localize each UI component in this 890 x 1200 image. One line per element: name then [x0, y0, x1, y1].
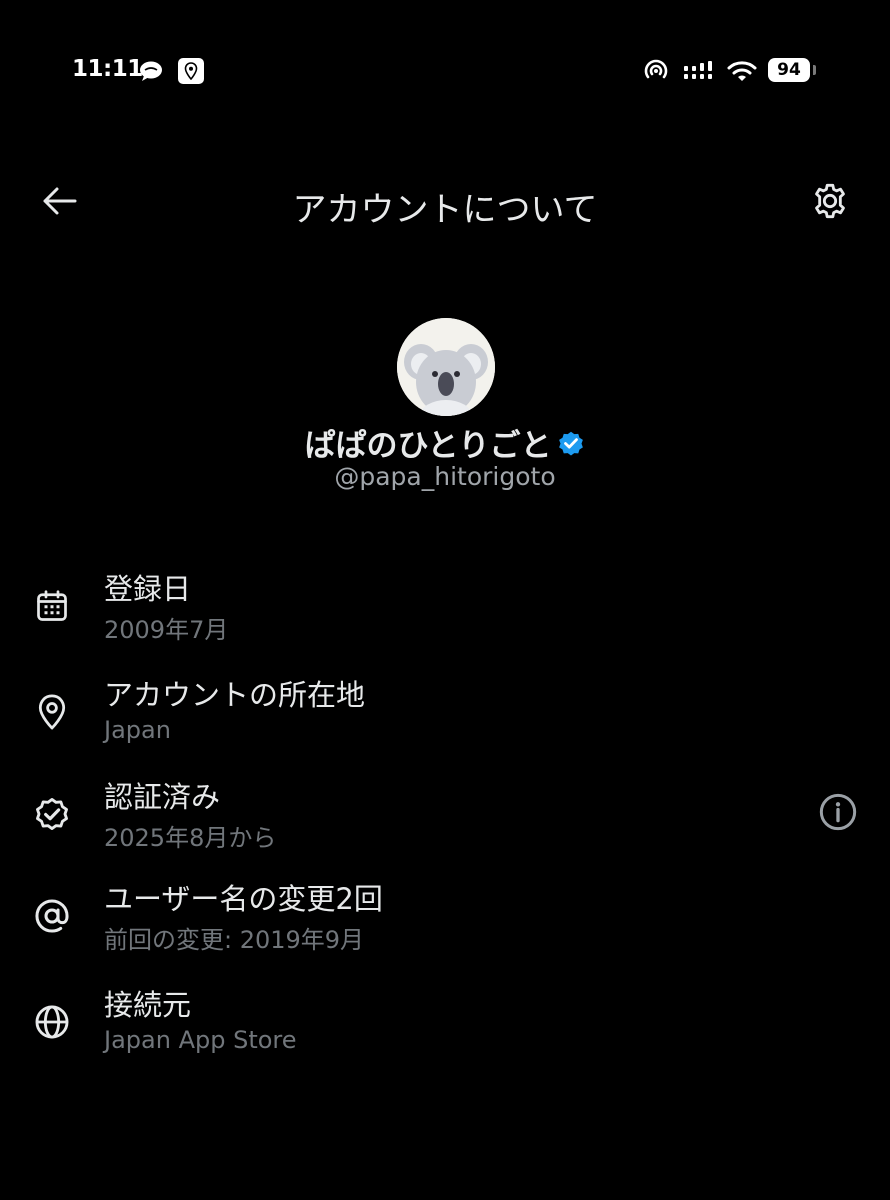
at-sign-icon: [30, 894, 74, 938]
detail-title: 認証済み: [104, 780, 221, 814]
info-button[interactable]: [816, 790, 860, 834]
koala-avatar: [397, 318, 495, 416]
display-name-row: ぱぱのひとりごと: [0, 420, 890, 465]
detail-title: 登録日: [104, 572, 192, 606]
calendar-icon: [30, 584, 74, 628]
detail-row-connected-via: 接続元 Japan App Store: [0, 982, 890, 1072]
detail-row-username-changes: ユーザー名の変更2回 前回の変更: 2019年9月: [0, 876, 890, 966]
detail-subtitle: Japan: [104, 716, 171, 744]
info-icon: [819, 793, 857, 831]
message-icon: [138, 56, 164, 86]
globe-icon: [30, 1000, 74, 1044]
status-bar: 11:11 94: [0, 0, 890, 140]
avatar[interactable]: [397, 318, 495, 416]
verified-icon[interactable]: [556, 428, 586, 458]
wifi-icon: [726, 56, 758, 86]
detail-title: ユーザー名の変更2回: [104, 882, 383, 916]
detail-subtitle: 2025年8月から: [104, 824, 277, 852]
detail-subtitle: 2009年7月: [104, 616, 229, 644]
location-icon: [178, 58, 204, 84]
settings-button[interactable]: [806, 178, 854, 224]
battery-icon: 94: [768, 58, 810, 82]
gear-icon: [815, 183, 845, 219]
cellular-signal-icon: [682, 56, 716, 86]
detail-title: アカウントの所在地: [104, 678, 366, 712]
battery-nub: [813, 65, 816, 75]
detail-row-joined: 登録日 2009年7月: [0, 566, 890, 656]
page-title: アカウントについて: [292, 190, 598, 230]
detail-row-verified: 認証済み 2025年8月から: [0, 774, 890, 864]
user-handle: @papa_hitorigoto: [334, 462, 556, 491]
location-pin-icon: [30, 690, 74, 734]
header: アカウントについて: [0, 170, 890, 232]
detail-row-location: アカウントの所在地 Japan: [0, 672, 890, 762]
airdrop-icon: [642, 56, 670, 86]
detail-subtitle: 前回の変更: 2019年9月: [104, 926, 365, 954]
verified-badge-icon: [30, 792, 74, 836]
detail-title: 接続元: [104, 988, 192, 1022]
detail-subtitle: Japan App Store: [104, 1026, 297, 1054]
status-time: 11:11: [72, 56, 143, 82]
display-name: ぱぱのひとりごと: [304, 428, 552, 464]
